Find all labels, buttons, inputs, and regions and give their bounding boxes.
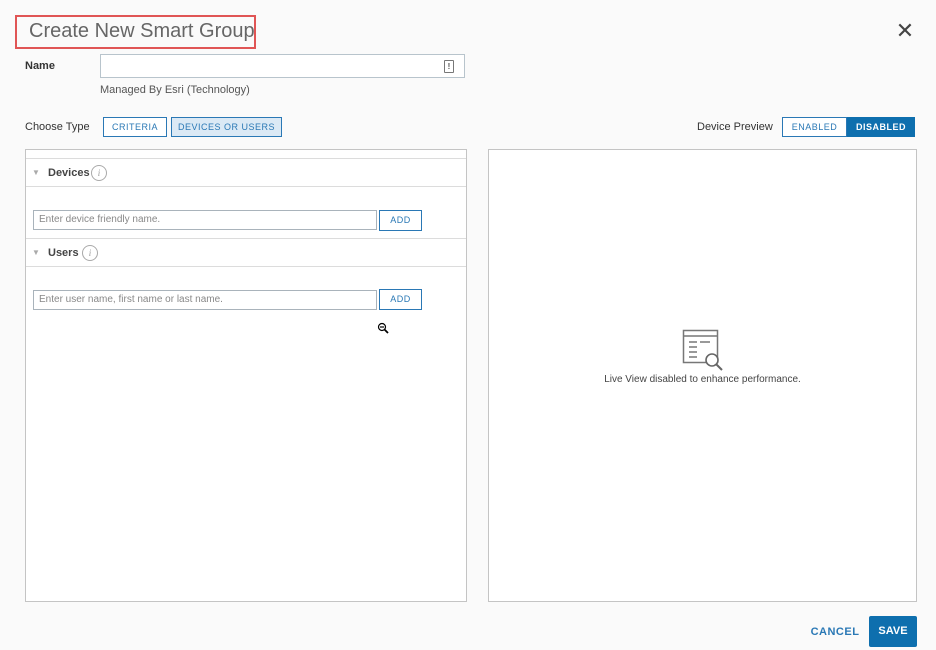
preview-disabled-button[interactable]: DISABLED	[847, 117, 915, 137]
cancel-button[interactable]: CANCEL	[805, 622, 865, 642]
devices-or-users-button[interactable]: DEVICES OR USERS	[171, 117, 282, 137]
divider	[26, 158, 466, 159]
users-header: Users	[48, 247, 79, 259]
name-input[interactable]	[105, 56, 439, 78]
divider	[26, 266, 466, 267]
criteria-button[interactable]: CRITERIA	[103, 117, 167, 137]
field-info-icon: !	[444, 60, 454, 73]
info-icon[interactable]: i	[91, 165, 107, 181]
collapse-triangle-icon[interactable]: ▼	[32, 248, 40, 257]
choose-type-label: Choose Type	[25, 121, 90, 133]
name-label: Name	[25, 60, 55, 72]
info-icon[interactable]: i	[82, 245, 98, 261]
device-name-input[interactable]: Enter device friendly name.	[33, 210, 377, 230]
device-preview-label: Device Preview	[697, 121, 773, 133]
add-device-button[interactable]: ADD	[379, 210, 422, 231]
devices-header: Devices	[48, 167, 90, 179]
add-user-button[interactable]: ADD	[379, 289, 422, 310]
divider	[26, 186, 466, 187]
live-view-disabled-icon	[682, 329, 723, 371]
name-field[interactable]: !	[100, 54, 465, 78]
close-icon[interactable]: ✕	[894, 20, 916, 42]
user-name-input[interactable]: Enter user name, first name or last name…	[33, 290, 377, 310]
divider	[26, 238, 466, 239]
zoom-out-cursor-icon	[377, 322, 389, 334]
preview-disabled-message: Live View disabled to enhance performanc…	[604, 374, 801, 385]
preview-enabled-button[interactable]: ENABLED	[782, 117, 847, 137]
collapse-triangle-icon[interactable]: ▼	[32, 168, 40, 177]
managed-by-text: Managed By Esri (Technology)	[100, 84, 250, 96]
save-button[interactable]: SAVE	[869, 616, 917, 647]
dialog-title: Create New Smart Group	[29, 20, 255, 42]
